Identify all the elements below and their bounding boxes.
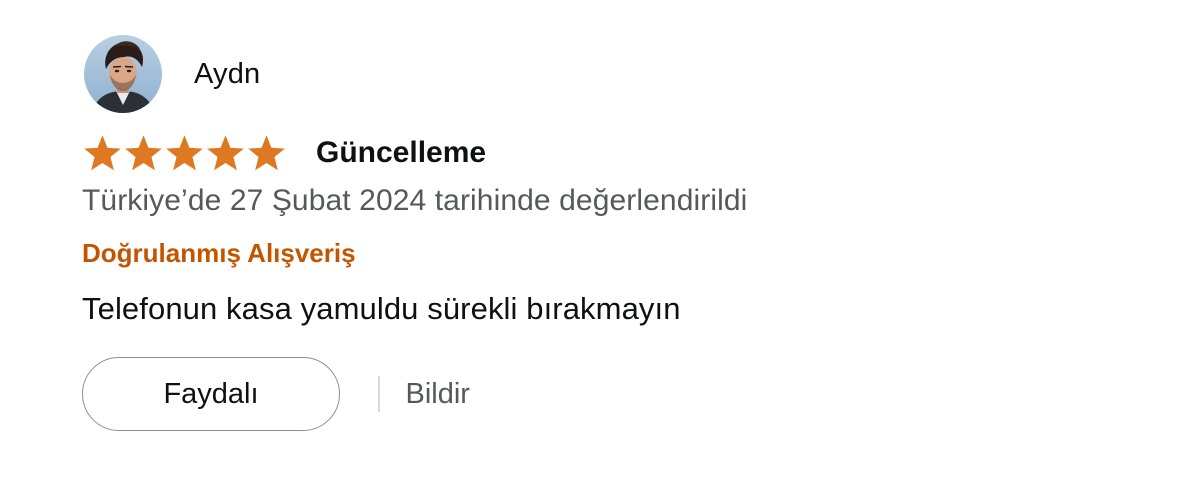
star-icon — [166, 134, 203, 170]
star-icon — [84, 134, 121, 170]
review-date: Türkiye’de 27 Şubat 2024 tarihinde değer… — [82, 184, 748, 217]
helpful-button[interactable]: Faydalı — [82, 357, 340, 431]
review-title[interactable]: Güncelleme — [316, 136, 486, 170]
review-card: Aydn Güncelleme Türkiye’de 27 Şubat 2024… — [82, 34, 1162, 431]
star-icon — [207, 134, 244, 170]
review-body: Telefonun kasa yamuldu sürekli bırakmayı… — [82, 291, 681, 326]
person-avatar-icon — [84, 35, 162, 113]
star-icon — [248, 134, 285, 170]
avatar[interactable] — [84, 35, 162, 113]
review-title-row: Güncelleme — [82, 132, 1162, 174]
star-icon — [125, 134, 162, 170]
action-divider — [378, 376, 380, 412]
review-actions: Faydalı Bildir — [82, 357, 1162, 431]
reviewer-name[interactable]: Aydn — [194, 58, 260, 91]
star-rating[interactable] — [82, 134, 294, 173]
report-link[interactable]: Bildir — [406, 378, 470, 411]
reviewer-profile[interactable]: Aydn — [82, 34, 1162, 114]
verified-purchase-badge: Doğrulanmış Alışveriş — [82, 238, 356, 268]
